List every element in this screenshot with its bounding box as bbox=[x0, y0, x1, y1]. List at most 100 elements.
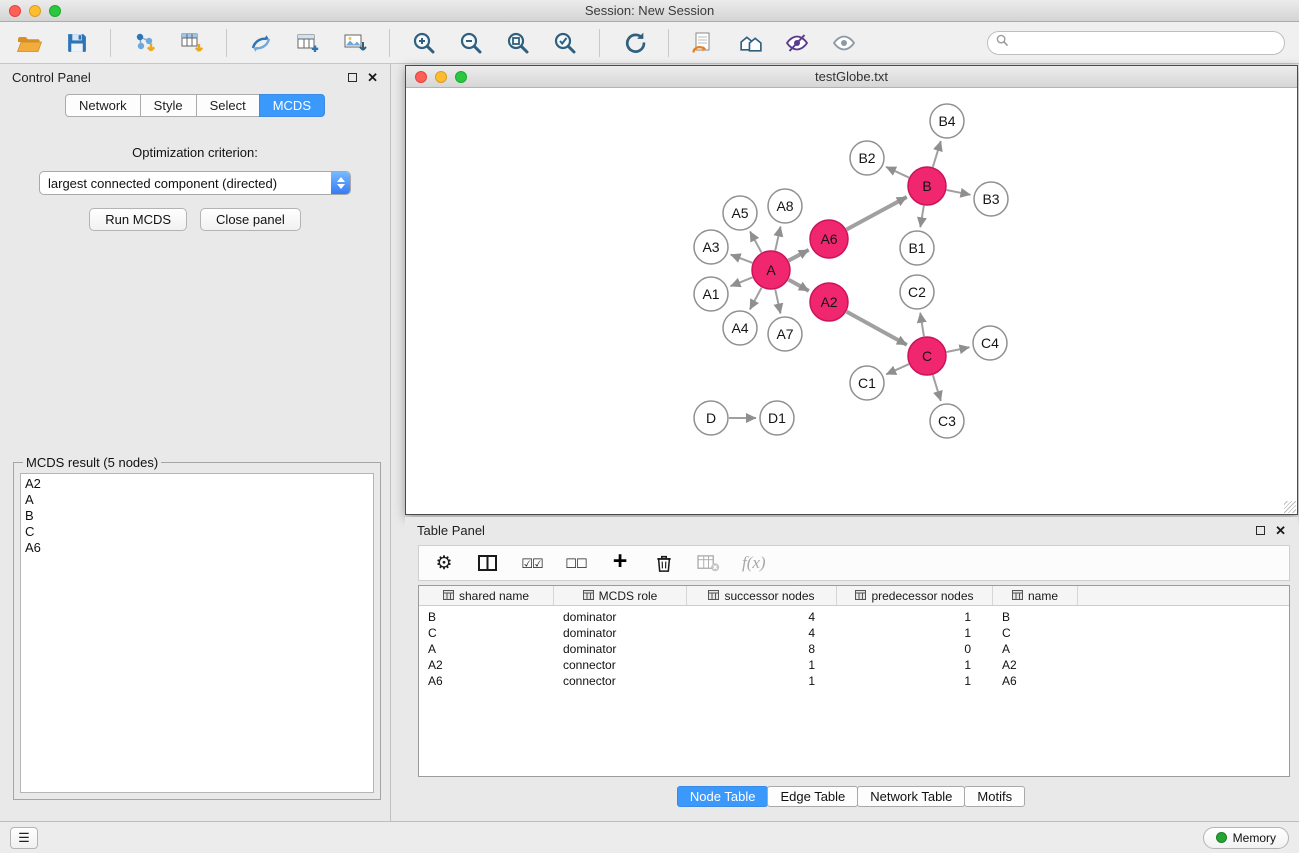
overview-icon[interactable] bbox=[735, 28, 765, 58]
save-session-icon[interactable] bbox=[61, 28, 91, 58]
graph-edge-B-B2[interactable] bbox=[886, 167, 909, 178]
run-mcds-button[interactable]: Run MCDS bbox=[89, 208, 187, 231]
close-panel-icon[interactable]: ✕ bbox=[1275, 524, 1286, 537]
network-graph[interactable]: B4B2BB3A5A8A6B1A3AC2A1A2A4A7C4CC1C3DD1 bbox=[406, 88, 1297, 514]
hide-graphics-details-icon[interactable] bbox=[782, 28, 812, 58]
create-column-icon[interactable]: + bbox=[609, 549, 631, 575]
graph-edge-A-A4[interactable] bbox=[750, 288, 762, 310]
tab-mcds[interactable]: MCDS bbox=[259, 94, 325, 117]
graph-edge-A-A7[interactable] bbox=[775, 290, 780, 314]
graph-edge-C-C1[interactable] bbox=[886, 364, 909, 374]
mcds-result-item[interactable]: A2 bbox=[25, 476, 369, 492]
search-input[interactable] bbox=[1014, 36, 1276, 50]
mcds-result-list[interactable]: A2ABCA6 bbox=[20, 473, 374, 793]
mcds-result-item[interactable]: C bbox=[25, 524, 369, 540]
memory-label: Memory bbox=[1233, 831, 1276, 845]
table-settings-gear-icon[interactable]: ⚙ bbox=[433, 550, 455, 576]
table-cell: 1 bbox=[687, 673, 837, 689]
main-toolbar bbox=[0, 22, 1299, 64]
task-history-button[interactable]: ☰ bbox=[10, 827, 38, 849]
graph-edge-A-A8[interactable] bbox=[775, 227, 780, 251]
mcds-result-item[interactable]: B bbox=[25, 508, 369, 524]
float-panel-icon[interactable] bbox=[348, 73, 357, 82]
mcds-result-item[interactable]: A bbox=[25, 492, 369, 508]
delete-columns-icon[interactable] bbox=[653, 550, 675, 576]
close-panel-icon[interactable]: ✕ bbox=[367, 71, 378, 84]
window-resize-grip[interactable] bbox=[1284, 501, 1296, 513]
show-graphics-details-icon[interactable] bbox=[829, 28, 859, 58]
import-table-icon[interactable] bbox=[177, 28, 207, 58]
network-arrows-icon[interactable] bbox=[246, 28, 276, 58]
mcds-result-item[interactable]: A6 bbox=[25, 540, 369, 556]
graph-edge-B-B1[interactable] bbox=[920, 206, 923, 228]
column-header-name[interactable]: name bbox=[993, 586, 1078, 605]
table-row[interactable]: Adominator80A bbox=[419, 641, 1289, 657]
tab-select[interactable]: Select bbox=[196, 94, 260, 117]
close-panel-button[interactable]: Close panel bbox=[200, 208, 301, 231]
tab-motifs[interactable]: Motifs bbox=[964, 786, 1025, 807]
table-row[interactable]: Cdominator41C bbox=[419, 625, 1289, 641]
graph-edge-A-A5[interactable] bbox=[750, 231, 761, 252]
export-image-icon[interactable] bbox=[340, 28, 370, 58]
graph-edge-A-A3[interactable] bbox=[731, 255, 753, 263]
graph-edge-A2-C[interactable] bbox=[847, 312, 907, 345]
column-header-shared-name[interactable]: shared name bbox=[419, 586, 554, 605]
zoom-out-icon[interactable] bbox=[456, 28, 486, 58]
graph-edge-C-C3[interactable] bbox=[933, 375, 941, 401]
table-cell: 1 bbox=[837, 609, 993, 625]
graph-edge-B-B4[interactable] bbox=[933, 141, 941, 167]
graph-edge-C-C2[interactable] bbox=[920, 313, 924, 336]
graph-edge-C-C4[interactable] bbox=[947, 347, 970, 352]
column-type-icon bbox=[1012, 589, 1023, 603]
table-row[interactable]: Bdominator41B bbox=[419, 609, 1289, 625]
graph-edge-A-A2[interactable] bbox=[789, 280, 809, 291]
new-table-icon[interactable] bbox=[293, 28, 323, 58]
snapshot-icon[interactable] bbox=[688, 28, 718, 58]
tab-edge-table[interactable]: Edge Table bbox=[767, 786, 858, 807]
column-header-MCDS-role[interactable]: MCDS role bbox=[554, 586, 687, 605]
network-canvas[interactable]: B4B2BB3A5A8A6B1A3AC2A1A2A4A7C4CC1C3DD1 bbox=[406, 88, 1297, 514]
zoom-fit-icon[interactable] bbox=[503, 28, 533, 58]
graph-edge-B-B3[interactable] bbox=[947, 190, 971, 195]
table-row[interactable]: A2connector11A2 bbox=[419, 657, 1289, 673]
close-window-button[interactable] bbox=[9, 5, 21, 17]
graph-edge-A6-B[interactable] bbox=[847, 197, 907, 230]
delete-table-icon[interactable] bbox=[697, 550, 720, 576]
optimization-criterion-dropdown[interactable]: largest connected component (directed) bbox=[39, 171, 351, 195]
column-header-filler bbox=[1078, 586, 1289, 605]
network-close-button[interactable] bbox=[415, 71, 427, 83]
select-all-columns-icon[interactable]: ☑☑ bbox=[521, 550, 543, 576]
zoom-selected-icon[interactable] bbox=[550, 28, 580, 58]
refresh-layout-icon[interactable] bbox=[619, 28, 649, 58]
table-row[interactable]: A6connector11A6 bbox=[419, 673, 1289, 689]
tab-style[interactable]: Style bbox=[140, 94, 197, 117]
network-zoom-button[interactable] bbox=[455, 71, 467, 83]
graph-node-label: D1 bbox=[768, 410, 786, 426]
zoom-window-button[interactable] bbox=[49, 5, 61, 17]
graph-node-label: B bbox=[922, 178, 931, 194]
table-cell: A2 bbox=[993, 657, 1078, 673]
import-network-icon[interactable] bbox=[130, 28, 160, 58]
table-body: Bdominator41BCdominator41CAdominator80AA… bbox=[419, 606, 1289, 689]
column-header-label: shared name bbox=[459, 589, 529, 603]
minimize-window-button[interactable] bbox=[29, 5, 41, 17]
network-window-titlebar[interactable]: testGlobe.txt bbox=[406, 66, 1297, 88]
show-columns-icon[interactable] bbox=[477, 550, 499, 576]
search-field[interactable] bbox=[987, 31, 1285, 55]
tab-network[interactable]: Network bbox=[65, 94, 141, 117]
function-builder-icon[interactable]: f(x) bbox=[742, 550, 766, 576]
open-session-icon[interactable] bbox=[14, 28, 44, 58]
column-header-label: successor nodes bbox=[724, 589, 814, 603]
memory-button[interactable]: Memory bbox=[1203, 827, 1289, 849]
column-header-predecessor-nodes[interactable]: predecessor nodes bbox=[837, 586, 993, 605]
graph-edge-A-A6[interactable] bbox=[789, 250, 809, 261]
deselect-all-columns-icon[interactable]: ☐☐ bbox=[565, 550, 587, 576]
tab-node-table[interactable]: Node Table bbox=[677, 786, 769, 807]
column-header-successor-nodes[interactable]: successor nodes bbox=[687, 586, 837, 605]
column-header-label: predecessor nodes bbox=[871, 589, 973, 603]
zoom-in-icon[interactable] bbox=[409, 28, 439, 58]
tab-network-table[interactable]: Network Table bbox=[857, 786, 965, 807]
graph-edge-A-A1[interactable] bbox=[730, 277, 752, 286]
float-panel-icon[interactable] bbox=[1256, 526, 1265, 535]
network-minimize-button[interactable] bbox=[435, 71, 447, 83]
